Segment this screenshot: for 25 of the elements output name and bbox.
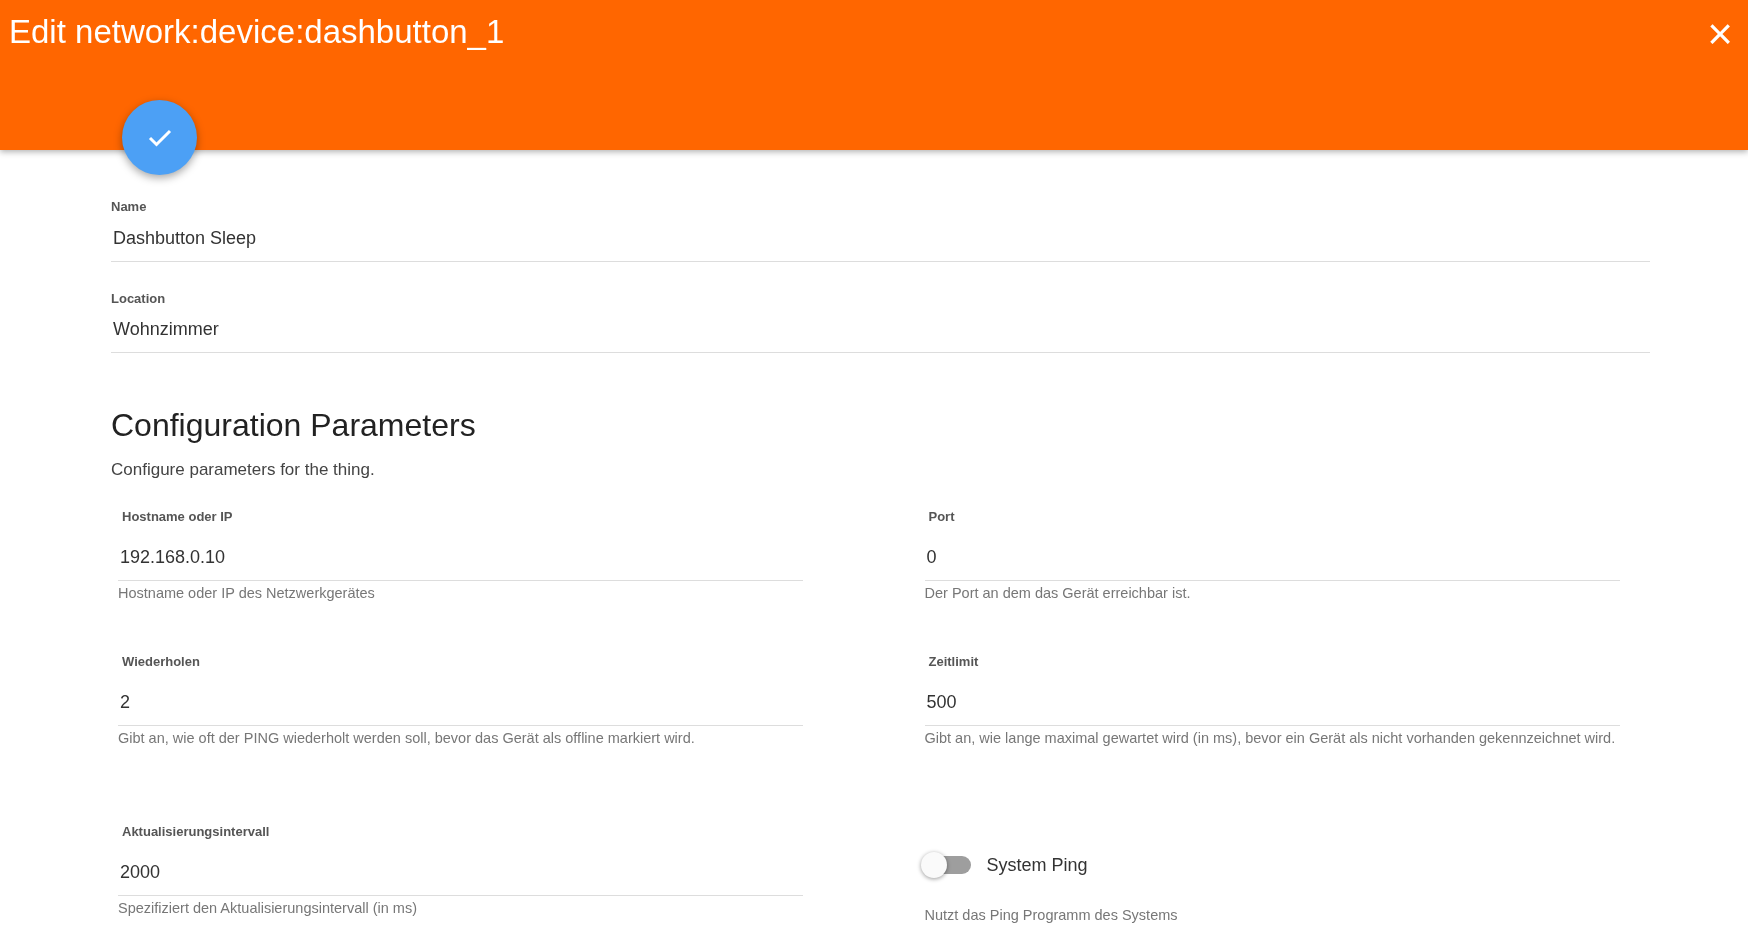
text-field[interactable]: 500: [924, 681, 1620, 726]
field-hint: Nutzt das Ping Programm des Systems: [924, 905, 1179, 925]
field-label: Hostname oder IP: [121, 507, 234, 526]
field-label: Port: [927, 507, 956, 526]
field-label: Zeitlimit: [927, 652, 980, 671]
field-label: Location: [111, 289, 167, 308]
field-hint: Gibt an, wie lange maximal gewartet wird (in ms), bevor ein Gerät als nicht vorhanden gekennzeichnet wird.: [924, 729, 1617, 748]
section-title: Configuration Parameters: [111, 406, 477, 445]
field-label: Wiederholen: [121, 652, 201, 671]
text-field[interactable]: Dashbutton Sleep: [111, 216, 1650, 262]
window-title: Edit network:device:dashbutton_1: [9, 12, 505, 52]
toggle-label: System Ping: [986, 853, 1088, 877]
checkmark-icon: [147, 128, 172, 147]
text-field[interactable]: 0: [924, 536, 1620, 581]
text-field[interactable]: Wohnzimmer: [111, 308, 1650, 353]
text-field[interactable]: 192.168.0.10: [118, 536, 803, 581]
text-field[interactable]: 2: [118, 681, 803, 726]
field-label: Name: [111, 198, 148, 216]
field-hint: Gibt an, wie oft der PING wiederholt werden soll, bevor das Gerät als offline markiert wird.: [118, 729, 696, 748]
field-hint: Spezifiziert den Aktualisierungsintervall (in ms): [118, 899, 418, 918]
text-field[interactable]: 2000: [118, 851, 803, 896]
field-hint: Der Port an dem das Gerät erreichbar ist.: [924, 584, 1192, 603]
field-hint: Hostname oder IP des Netzwerkgerätes: [118, 584, 376, 603]
section-description: Configure parameters for the thing.: [111, 459, 376, 481]
field-label: Aktualisierungsintervall: [121, 822, 271, 841]
